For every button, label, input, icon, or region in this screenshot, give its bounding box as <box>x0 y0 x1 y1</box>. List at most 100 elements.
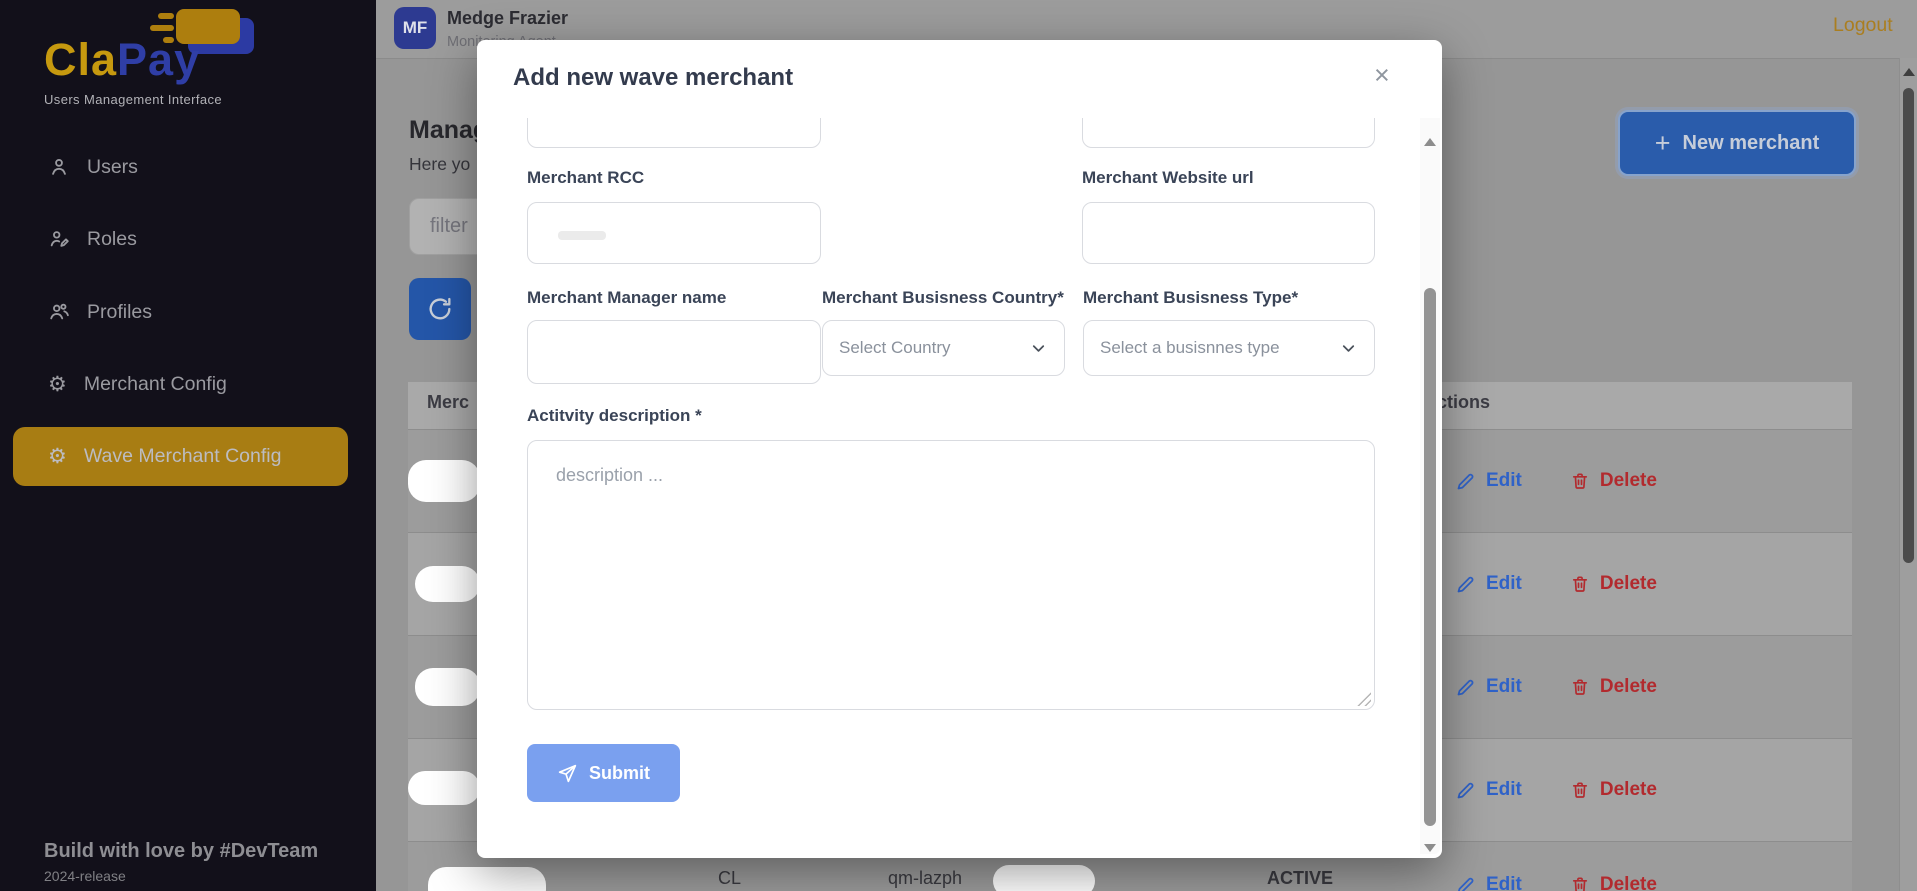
submit-label: Submit <box>589 762 650 783</box>
redacted-pill <box>408 460 480 502</box>
sidebar-footer-credit: Build with love by #DevTeam <box>44 840 319 862</box>
edit-button[interactable]: Edit <box>1455 470 1522 492</box>
delete-label: Delete <box>1599 779 1657 800</box>
scroll-down-arrow-icon[interactable] <box>1424 844 1436 852</box>
logo-speed-dash <box>158 13 174 19</box>
edit-label: Edit <box>1486 470 1522 491</box>
edit-label: Edit <box>1486 676 1522 697</box>
modal-title: Add new wave merchant <box>513 64 794 91</box>
edit-label: Edit <box>1486 779 1522 800</box>
new-merchant-button[interactable]: + New merchant <box>1618 110 1856 176</box>
logo-text-pay: Pay <box>117 34 201 85</box>
clapay-logo: ClaPay Users Management Interface <box>0 0 376 130</box>
manager-field[interactable] <box>527 320 821 384</box>
redacted-pill <box>428 867 546 891</box>
modal-scrollbar[interactable] <box>1420 118 1440 854</box>
sidebar-item-profiles[interactable]: Profiles <box>0 288 376 336</box>
delete-button[interactable]: Delete <box>1570 676 1657 698</box>
app-root: ClaPay Users Management Interface Users … <box>0 0 1917 891</box>
sidebar-item-wave-merchant-config[interactable]: ⚙ Wave Merchant Config <box>13 427 348 486</box>
logo-subtitle: Users Management Interface <box>44 92 223 107</box>
description-textarea[interactable] <box>527 440 1375 710</box>
scroll-up-arrow-icon[interactable] <box>1424 138 1436 146</box>
role-pen-icon <box>50 231 69 247</box>
new-merchant-label: New merchant <box>1682 131 1820 154</box>
edit-button[interactable]: Edit <box>1455 676 1522 698</box>
edit-button[interactable]: Edit <box>1455 779 1522 801</box>
country-select-value: Select Country <box>839 338 951 357</box>
edit-label: Edit <box>1486 573 1522 594</box>
send-icon <box>558 764 577 782</box>
country-select[interactable]: Select Country <box>822 320 1065 376</box>
chevron-down-icon <box>1032 344 1045 352</box>
sidebar-item-users[interactable]: Users <box>0 143 376 191</box>
modal-body: Merchant RCC Merchant Website url Mercha… <box>477 118 1420 858</box>
user-name: Medge Frazier <box>447 8 569 28</box>
logo-speed-dash <box>150 25 174 31</box>
sidebar-footer-release: 2024-release <box>44 868 126 884</box>
trash-icon <box>1572 782 1587 798</box>
redacted-pill <box>993 865 1095 891</box>
manager-label: Merchant Manager name <box>527 288 727 307</box>
sidebar-item-label: Merchant Config <box>83 372 227 395</box>
redacted-pill <box>415 566 480 602</box>
chevron-down-icon <box>1342 344 1355 352</box>
edit-button[interactable]: Edit <box>1455 874 1522 891</box>
type-label: Merchant Busisness Type* <box>1083 288 1299 307</box>
sidebar: ClaPay Users Management Interface Users … <box>0 0 376 891</box>
delete-label: Delete <box>1599 573 1657 594</box>
delete-button[interactable]: Delete <box>1570 573 1657 595</box>
logo-text-cla: Cla <box>44 34 118 85</box>
trash-icon <box>1572 679 1587 695</box>
clipped-input[interactable] <box>527 118 821 148</box>
modal-scrollbar-thumb[interactable] <box>1424 288 1436 826</box>
sidebar-item-label: Profiles <box>87 300 153 323</box>
refresh-button[interactable] <box>409 278 471 340</box>
redacted-pill <box>415 668 480 706</box>
business-type-select[interactable]: Select a busisnnes type <box>1083 320 1375 376</box>
logout-button[interactable]: Logout <box>1833 14 1893 37</box>
clipped-input[interactable] <box>1082 118 1375 148</box>
delete-label: Delete <box>1599 676 1657 697</box>
row-actions: Edit Delete <box>1455 636 1657 738</box>
delete-button[interactable]: Delete <box>1570 779 1657 801</box>
delete-label: Delete <box>1599 470 1657 491</box>
plus-icon: + <box>1654 127 1671 158</box>
avatar: MF <box>394 7 436 49</box>
logo-text: ClaPay <box>44 34 200 86</box>
profiles-icon <box>50 303 69 320</box>
scroll-up-arrow-icon[interactable] <box>1903 68 1915 76</box>
submit-button[interactable]: Submit <box>527 744 680 802</box>
page-scrollbar-thumb[interactable] <box>1903 88 1914 563</box>
gear-icon: ⚙ <box>48 371 67 396</box>
edit-label: Edit <box>1486 874 1522 891</box>
cell-merchant-code: qm-lazph <box>888 868 963 888</box>
delete-button[interactable]: Delete <box>1570 470 1657 492</box>
page-scrollbar[interactable] <box>1899 58 1917 891</box>
row-actions: Edit Delete <box>1455 533 1657 635</box>
cell-status: ACTIVE <box>1267 868 1334 888</box>
row-actions: Edit Delete <box>1455 842 1657 891</box>
pencil-icon <box>1457 782 1474 798</box>
website-field[interactable] <box>1082 202 1375 264</box>
sidebar-item-merchant-config[interactable]: ⚙ Merchant Config <box>0 360 376 408</box>
add-wave-merchant-modal: Add new wave merchant × Merchant RCC Mer… <box>477 40 1442 858</box>
rcc-field[interactable] <box>527 202 821 264</box>
sidebar-item-roles[interactable]: Roles <box>0 215 376 263</box>
delete-button[interactable]: Delete <box>1570 874 1657 891</box>
redacted-placeholder <box>558 231 606 240</box>
website-label: Merchant Website url <box>1082 168 1254 187</box>
edit-button[interactable]: Edit <box>1455 573 1522 595</box>
pencil-icon <box>1457 576 1474 592</box>
row-actions: Edit Delete <box>1455 430 1657 532</box>
rcc-label: Merchant RCC <box>527 168 645 187</box>
row-actions: Edit Delete <box>1455 739 1657 841</box>
close-icon[interactable]: × <box>1374 62 1390 89</box>
user-icon <box>52 159 66 175</box>
trash-icon <box>1572 877 1587 891</box>
cell-type-code: CL <box>718 868 742 888</box>
column-header-actions: ctions <box>1437 392 1491 412</box>
pencil-icon <box>1457 877 1474 891</box>
pencil-icon <box>1457 679 1474 695</box>
trash-icon <box>1572 473 1587 489</box>
